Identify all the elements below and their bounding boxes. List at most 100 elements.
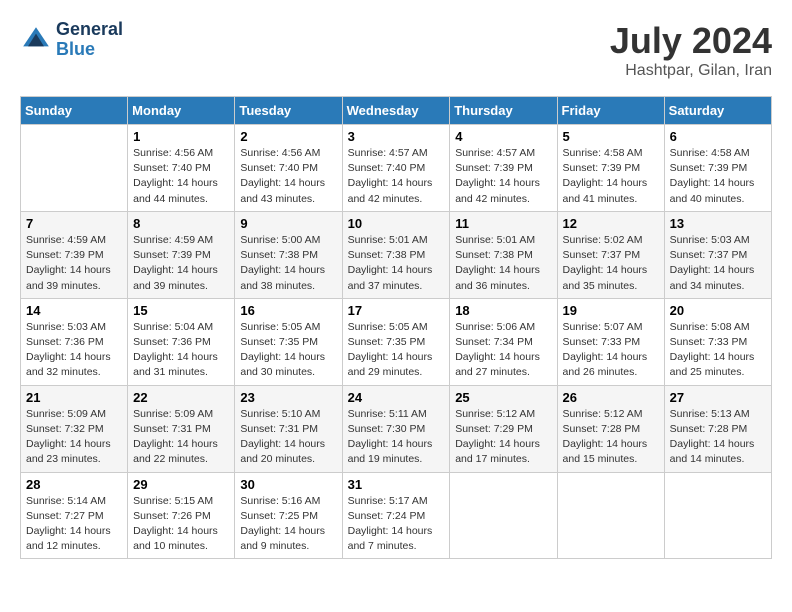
day-number: 19 [563, 303, 659, 318]
title-block: July 2024 Hashtpar, Gilan, Iran [610, 20, 772, 80]
day-number: 20 [670, 303, 766, 318]
calendar-cell: 9 Sunrise: 5:00 AM Sunset: 7:38 PM Daylig… [235, 211, 342, 298]
calendar-table: SundayMondayTuesdayWednesdayThursdayFrid… [20, 96, 772, 559]
day-info: Sunrise: 5:05 AM Sunset: 7:35 PM Dayligh… [240, 320, 336, 381]
day-info: Sunrise: 5:00 AM Sunset: 7:38 PM Dayligh… [240, 233, 336, 294]
calendar-cell: 28 Sunrise: 5:14 AM Sunset: 7:27 PM Dayli… [21, 472, 128, 559]
day-number: 8 [133, 216, 229, 231]
calendar-cell: 14 Sunrise: 5:03 AM Sunset: 7:36 PM Dayli… [21, 298, 128, 385]
day-number: 21 [26, 390, 122, 405]
calendar-week-5: 28 Sunrise: 5:14 AM Sunset: 7:27 PM Dayli… [21, 472, 772, 559]
day-number: 5 [563, 129, 659, 144]
calendar-cell: 29Sunrise: 5:15 AM Sunset: 7:26 PM Dayli… [128, 472, 235, 559]
day-number: 3 [348, 129, 445, 144]
day-number: 4 [455, 129, 551, 144]
day-info: Sunrise: 5:16 AM Sunset: 7:25 PM Dayligh… [240, 494, 336, 555]
day-number: 9 [240, 216, 336, 231]
logo-line2: Blue [56, 40, 123, 60]
location: Hashtpar, Gilan, Iran [610, 62, 772, 80]
calendar-week-1: 1Sunrise: 4:56 AM Sunset: 7:40 PM Daylig… [21, 125, 772, 212]
day-info: Sunrise: 5:03 AM Sunset: 7:36 PM Dayligh… [26, 320, 122, 381]
day-info: Sunrise: 4:59 AM Sunset: 7:39 PM Dayligh… [133, 233, 229, 294]
calendar-cell: 8 Sunrise: 4:59 AM Sunset: 7:39 PM Daylig… [128, 211, 235, 298]
calendar-cell: 24Sunrise: 5:11 AM Sunset: 7:30 PM Dayli… [342, 385, 450, 472]
day-info: Sunrise: 4:58 AM Sunset: 7:39 PM Dayligh… [670, 146, 766, 207]
day-number: 28 [26, 477, 122, 492]
calendar-cell: 17 Sunrise: 5:05 AM Sunset: 7:35 PM Dayli… [342, 298, 450, 385]
col-header-tuesday: Tuesday [235, 97, 342, 125]
day-info: Sunrise: 4:56 AM Sunset: 7:40 PM Dayligh… [240, 146, 336, 207]
day-number: 22 [133, 390, 229, 405]
day-info: Sunrise: 4:58 AM Sunset: 7:39 PM Dayligh… [563, 146, 659, 207]
day-info: Sunrise: 5:08 AM Sunset: 7:33 PM Dayligh… [670, 320, 766, 381]
calendar-cell: 6 Sunrise: 4:58 AM Sunset: 7:39 PM Daylig… [664, 125, 771, 212]
calendar-cell: 20 Sunrise: 5:08 AM Sunset: 7:33 PM Dayli… [664, 298, 771, 385]
calendar-cell [450, 472, 557, 559]
calendar-cell: 13 Sunrise: 5:03 AM Sunset: 7:37 PM Dayli… [664, 211, 771, 298]
calendar-cell [21, 125, 128, 212]
col-header-sunday: Sunday [21, 97, 128, 125]
col-header-thursday: Thursday [450, 97, 557, 125]
day-number: 11 [455, 216, 551, 231]
calendar-header-row: SundayMondayTuesdayWednesdayThursdayFrid… [21, 97, 772, 125]
calendar-cell: 15Sunrise: 5:04 AM Sunset: 7:36 PM Dayli… [128, 298, 235, 385]
day-number: 2 [240, 129, 336, 144]
day-number: 24 [348, 390, 445, 405]
calendar-cell: 18 Sunrise: 5:06 AM Sunset: 7:34 PM Dayli… [450, 298, 557, 385]
calendar-week-3: 14 Sunrise: 5:03 AM Sunset: 7:36 PM Dayli… [21, 298, 772, 385]
day-number: 12 [563, 216, 659, 231]
logo: General Blue [20, 20, 123, 60]
day-number: 26 [563, 390, 659, 405]
col-header-friday: Friday [557, 97, 664, 125]
calendar-cell [557, 472, 664, 559]
calendar-cell: 1Sunrise: 4:56 AM Sunset: 7:40 PM Daylig… [128, 125, 235, 212]
day-number: 30 [240, 477, 336, 492]
day-info: Sunrise: 5:05 AM Sunset: 7:35 PM Dayligh… [348, 320, 445, 381]
calendar-cell: 30 Sunrise: 5:16 AM Sunset: 7:25 PM Dayli… [235, 472, 342, 559]
col-header-saturday: Saturday [664, 97, 771, 125]
calendar-cell: 22 Sunrise: 5:09 AM Sunset: 7:31 PM Dayli… [128, 385, 235, 472]
day-info: Sunrise: 4:57 AM Sunset: 7:40 PM Dayligh… [348, 146, 445, 207]
calendar-cell [664, 472, 771, 559]
day-number: 14 [26, 303, 122, 318]
day-number: 31 [348, 477, 445, 492]
calendar-cell: 19 Sunrise: 5:07 AM Sunset: 7:33 PM Dayli… [557, 298, 664, 385]
day-info: Sunrise: 5:12 AM Sunset: 7:28 PM Dayligh… [563, 407, 659, 468]
calendar-cell: 12 Sunrise: 5:02 AM Sunset: 7:37 PM Dayli… [557, 211, 664, 298]
day-info: Sunrise: 5:03 AM Sunset: 7:37 PM Dayligh… [670, 233, 766, 294]
page-header: General Blue July 2024 Hashtpar, Gilan, … [20, 20, 772, 80]
day-info: Sunrise: 4:56 AM Sunset: 7:40 PM Dayligh… [133, 146, 229, 207]
day-number: 7 [26, 216, 122, 231]
day-info: Sunrise: 5:14 AM Sunset: 7:27 PM Dayligh… [26, 494, 122, 555]
month-title: July 2024 [610, 20, 772, 62]
calendar-cell: 31Sunrise: 5:17 AM Sunset: 7:24 PM Dayli… [342, 472, 450, 559]
day-number: 25 [455, 390, 551, 405]
calendar-cell: 26 Sunrise: 5:12 AM Sunset: 7:28 PM Dayli… [557, 385, 664, 472]
col-header-monday: Monday [128, 97, 235, 125]
calendar-cell: 7 Sunrise: 4:59 AM Sunset: 7:39 PM Daylig… [21, 211, 128, 298]
day-info: Sunrise: 5:10 AM Sunset: 7:31 PM Dayligh… [240, 407, 336, 468]
day-number: 6 [670, 129, 766, 144]
day-info: Sunrise: 4:59 AM Sunset: 7:39 PM Dayligh… [26, 233, 122, 294]
day-info: Sunrise: 5:01 AM Sunset: 7:38 PM Dayligh… [348, 233, 445, 294]
logo-line1: General [56, 20, 123, 40]
day-number: 27 [670, 390, 766, 405]
day-number: 17 [348, 303, 445, 318]
day-info: Sunrise: 5:04 AM Sunset: 7:36 PM Dayligh… [133, 320, 229, 381]
calendar-cell: 16 Sunrise: 5:05 AM Sunset: 7:35 PM Dayli… [235, 298, 342, 385]
calendar-week-4: 21 Sunrise: 5:09 AM Sunset: 7:32 PM Dayli… [21, 385, 772, 472]
day-info: Sunrise: 5:09 AM Sunset: 7:31 PM Dayligh… [133, 407, 229, 468]
calendar-cell: 25 Sunrise: 5:12 AM Sunset: 7:29 PM Dayli… [450, 385, 557, 472]
day-info: Sunrise: 5:12 AM Sunset: 7:29 PM Dayligh… [455, 407, 551, 468]
day-number: 13 [670, 216, 766, 231]
calendar-cell: 2 Sunrise: 4:56 AM Sunset: 7:40 PM Daylig… [235, 125, 342, 212]
day-info: Sunrise: 5:07 AM Sunset: 7:33 PM Dayligh… [563, 320, 659, 381]
day-info: Sunrise: 5:09 AM Sunset: 7:32 PM Dayligh… [26, 407, 122, 468]
calendar-week-2: 7 Sunrise: 4:59 AM Sunset: 7:39 PM Daylig… [21, 211, 772, 298]
day-info: Sunrise: 5:02 AM Sunset: 7:37 PM Dayligh… [563, 233, 659, 294]
day-number: 23 [240, 390, 336, 405]
day-info: Sunrise: 4:57 AM Sunset: 7:39 PM Dayligh… [455, 146, 551, 207]
day-number: 18 [455, 303, 551, 318]
day-info: Sunrise: 5:06 AM Sunset: 7:34 PM Dayligh… [455, 320, 551, 381]
day-number: 16 [240, 303, 336, 318]
